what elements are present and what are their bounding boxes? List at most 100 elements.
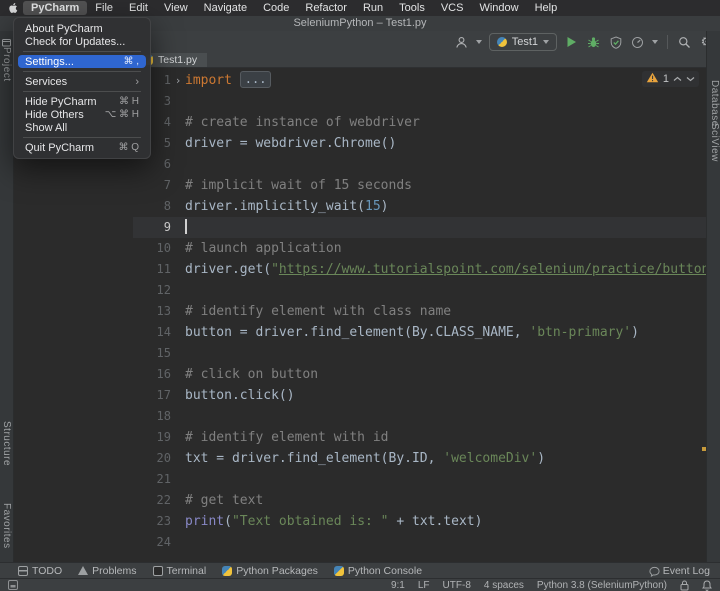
apple-menu-icon[interactable] <box>8 2 19 14</box>
fold-column <box>171 385 185 406</box>
menu-item-about-pycharm[interactable]: About PyCharm <box>18 22 146 35</box>
profiler-button[interactable] <box>630 34 645 50</box>
code-line[interactable]: 22 # get text <box>133 490 707 511</box>
fold-column <box>171 259 185 280</box>
status-indent[interactable]: 4 spaces <box>484 580 524 591</box>
readonly-lock-icon[interactable] <box>680 580 689 591</box>
menu-separator <box>23 91 141 92</box>
account-dropdown-caret[interactable] <box>475 40 482 44</box>
status-line-ending[interactable]: LF <box>418 580 430 591</box>
line-number: 18 <box>156 409 171 423</box>
line-number: 7 <box>163 178 171 192</box>
code-line[interactable]: 1 › import ... <box>133 70 707 91</box>
menubar-item-pycharm[interactable]: PyCharm <box>23 1 88 15</box>
menubar-item-file[interactable]: File <box>87 1 121 15</box>
profiler-dropdown-caret[interactable] <box>652 40 658 44</box>
menubar-item-help[interactable]: Help <box>527 1 566 15</box>
menubar-item-vcs[interactable]: VCS <box>433 1 472 15</box>
toolwindow-button-label: Python Packages <box>236 564 318 577</box>
code-line[interactable]: 10 # launch application <box>133 238 707 259</box>
code-text: # launch application <box>185 241 342 256</box>
code-line[interactable]: 11 driver.get("https://www.tutorialspoint… <box>133 259 707 280</box>
menubar-item-edit[interactable]: Edit <box>121 1 156 15</box>
menu-item-hide-others[interactable]: Hide Others ⌥ ⌘ H <box>18 108 146 121</box>
inspection-widget[interactable]: 1 <box>641 71 699 87</box>
menu-item-services[interactable]: Services › <box>18 75 146 88</box>
prev-warning-icon[interactable] <box>673 73 682 85</box>
tool-stripe-structure[interactable]: Structure <box>1 421 12 466</box>
code-line[interactable]: 19 # identify element with id <box>133 427 707 448</box>
menubar-item-view[interactable]: View <box>156 1 196 15</box>
code-line[interactable]: 21 <box>133 469 707 490</box>
menubar-item-code[interactable]: Code <box>255 1 297 15</box>
debug-button[interactable] <box>586 34 601 50</box>
toolwindow-button-event-log[interactable]: Event Log <box>649 565 710 577</box>
code-line[interactable]: 24 <box>133 532 707 553</box>
code-line[interactable]: 7 # implicit wait of 15 seconds <box>133 175 707 196</box>
menu-item-hide-pycharm[interactable]: Hide PyCharm ⌘ H <box>18 95 146 108</box>
toolwindow-button-problems[interactable]: Problems <box>78 565 137 577</box>
code-line[interactable]: 15 <box>133 343 707 364</box>
code-line[interactable]: 20 txt = driver.find_element(By.ID, 'welc… <box>133 448 707 469</box>
menu-item-check-for-updates[interactable]: Check for Updates... <box>18 35 146 48</box>
tool-stripe-project[interactable]: Project <box>1 47 12 82</box>
run-config-caret <box>543 40 549 44</box>
run-button[interactable] <box>564 34 579 50</box>
status-cursor-position[interactable]: 9:1 <box>391 580 405 591</box>
menu-item-quit-pycharm[interactable]: Quit PyCharm ⌘ Q <box>18 141 146 154</box>
fold-marker-icon[interactable]: › <box>171 70 185 91</box>
code-line[interactable]: 5 driver = webdriver.Chrome() <box>133 133 707 154</box>
toolwindow-button-label: Python Console <box>347 564 423 577</box>
run-with-coverage-button[interactable] <box>608 34 623 50</box>
line-number: 10 <box>156 241 171 255</box>
code-line[interactable]: 12 <box>133 280 707 301</box>
code-line[interactable]: 13 # identify element with class name <box>133 301 707 322</box>
code-line[interactable]: 17 button.click() <box>133 385 707 406</box>
menu-item-show-all[interactable]: Show All <box>18 121 146 134</box>
fold-column <box>171 175 185 196</box>
fold-column <box>171 448 185 469</box>
fold-column <box>171 238 185 259</box>
event-log-icon <box>649 566 660 577</box>
menubar-item-window[interactable]: Window <box>471 1 526 15</box>
toolwindow-switcher-icon[interactable] <box>8 580 18 590</box>
toolwindow-button-python-packages[interactable]: Python Packages <box>222 565 318 577</box>
toolwindow-button-terminal[interactable]: Terminal <box>152 565 206 577</box>
toolwindow-button-todo[interactable]: TODO <box>18 565 62 577</box>
status-encoding[interactable]: UTF-8 <box>443 580 471 591</box>
code-line[interactable]: 8 driver.implicitly_wait(15) <box>133 196 707 217</box>
python-icon <box>333 565 344 576</box>
code-line[interactable]: 9 <box>133 217 707 238</box>
run-config-selector[interactable]: Test1 <box>488 33 557 51</box>
fold-column <box>171 427 185 448</box>
code-line[interactable]: 18 <box>133 406 707 427</box>
code-line[interactable]: 6 <box>133 154 707 175</box>
tab-label: Test1.py <box>158 54 198 66</box>
code-line[interactable]: 4 # create instance of webdriver <box>133 112 707 133</box>
run-config-name: Test1 <box>511 36 538 48</box>
menubar-item-run[interactable]: Run <box>355 1 391 15</box>
menubar-item-navigate[interactable]: Navigate <box>196 1 255 15</box>
line-number: 23 <box>156 514 171 528</box>
notifications-bell-icon[interactable] <box>702 579 712 591</box>
code-line[interactable]: 16 # click on button <box>133 364 707 385</box>
toolwindow-button-python-console[interactable]: Python Console <box>333 564 423 577</box>
menubar-item-refactor[interactable]: Refactor <box>297 1 355 15</box>
tool-stripe-sciview[interactable]: SciView <box>709 123 720 162</box>
status-interpreter[interactable]: Python 3.8 (SeleniumPython) <box>537 580 667 591</box>
menubar-item-tools[interactable]: Tools <box>391 1 433 15</box>
menu-item-shortcut: ⌥ ⌘ H <box>104 109 139 120</box>
code-editor[interactable]: 1 › import ... 3 4 # create instance of webdr… <box>133 68 707 562</box>
menu-separator <box>23 71 141 72</box>
submenu-arrow-icon: › <box>135 75 139 88</box>
tool-stripe-database[interactable]: Database <box>709 80 720 127</box>
menu-item-label: Hide Others <box>25 108 84 121</box>
tool-stripe-favorites[interactable]: Favorites <box>1 503 12 549</box>
search-everywhere-icon[interactable] <box>677 34 692 50</box>
code-line[interactable]: 14 button = driver.find_element(By.CLASS_… <box>133 322 707 343</box>
next-warning-icon[interactable] <box>686 73 695 85</box>
code-line[interactable]: 23 print("Text obtained is: " + txt.text) <box>133 511 707 532</box>
menu-item-settings[interactable]: Settings... ⌘ , <box>18 55 146 68</box>
code-line[interactable]: 3 <box>133 91 707 112</box>
account-icon[interactable] <box>454 34 469 50</box>
